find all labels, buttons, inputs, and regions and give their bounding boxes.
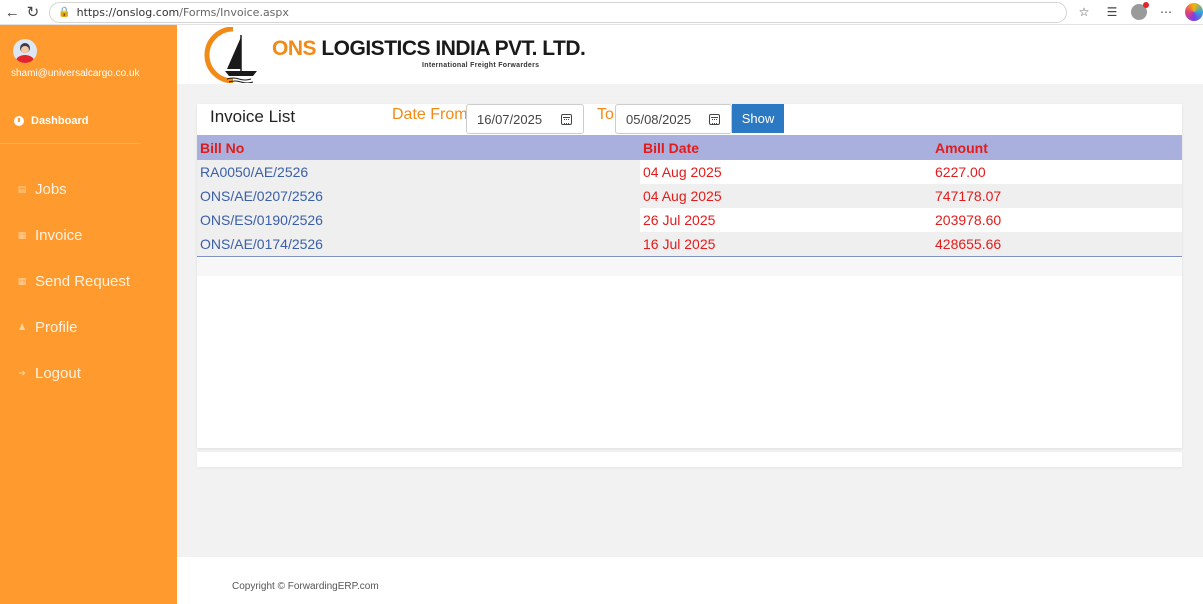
table-row: ONS/AE/0207/2526 04 Aug 2025 747178.07 [197, 184, 1182, 208]
back-arrow-icon[interactable]: ← [2, 1, 23, 23]
lock-icon: 🔒 [58, 6, 71, 18]
sidebar-menu: ▤ Jobs ▦ Invoice ▦ Send Request ♟ Profil… [0, 166, 177, 396]
sidebar-item-label: Dashboard [31, 115, 89, 127]
amount-cell: 203978.60 [932, 208, 1182, 232]
favorites-list-icon[interactable]: ☰ [1103, 3, 1121, 21]
url-path: /Forms/Invoice.aspx [179, 5, 289, 19]
company-name-ons: ONS [272, 37, 317, 60]
sidebar-item-label: Send Request [35, 272, 131, 290]
more-options-icon[interactable]: ⋯ [1157, 3, 1175, 21]
bill-date-cell: 04 Aug 2025 [640, 184, 932, 208]
bill-date-cell: 16 Jul 2025 [640, 232, 932, 257]
column-header-amount[interactable]: Amount [932, 135, 1182, 160]
favorite-star-icon[interactable]: ☆ [1075, 3, 1093, 21]
invoice-card: Invoice List Date From 16/07/2025 To 05/… [197, 104, 1182, 448]
amount-cell: 6227.00 [932, 160, 1182, 184]
sidebar-item-label: Jobs [35, 180, 67, 198]
calendar-icon[interactable] [709, 113, 720, 125]
company-name: ONS LOGISTICS INDIA PVT. LTD. [272, 37, 586, 61]
show-button[interactable]: Show [732, 104, 784, 133]
table-row: ONS/ES/0190/2526 26 Jul 2025 203978.60 [197, 208, 1182, 232]
company-tagline: International Freight Forwarders [422, 62, 540, 69]
sidebar-item-label: Profile [35, 318, 78, 336]
date-from-label: Date From [392, 106, 468, 123]
table-icon: ▦ [17, 229, 27, 240]
table-header-row: Bill No Bill Date Amount [197, 135, 1182, 160]
amount-cell: 428655.66 [932, 232, 1182, 257]
sidebar-item-invoice[interactable]: ▦ Invoice [0, 212, 177, 258]
date-from-value: 16/07/2025 [477, 111, 543, 127]
table-row: RA0050/AE/2526 04 Aug 2025 6227.00 [197, 160, 1182, 184]
column-header-bill-no[interactable]: Bill No [197, 135, 640, 160]
copilot-icon[interactable] [1185, 3, 1203, 21]
bill-no-link[interactable]: ONS/ES/0190/2526 [197, 208, 640, 232]
refresh-icon[interactable]: ↻ [23, 1, 44, 23]
column-header-bill-date[interactable]: Bill Date [640, 135, 932, 160]
user-block: shami@universalcargo.co.uk [0, 25, 177, 99]
card-footer [197, 452, 1182, 467]
invoice-filter-bar: Invoice List Date From 16/07/2025 To 05/… [197, 104, 1182, 135]
bill-no-link[interactable]: ONS/AE/0207/2526 [197, 184, 640, 208]
top-header: ONS LOGISTICS INDIA PVT. LTD. Internatio… [177, 25, 1203, 84]
date-to-label: To [597, 106, 614, 123]
invoice-table: Bill No Bill Date Amount RA0050/AE/2526 … [197, 135, 1182, 257]
user-icon: ♟ [17, 321, 27, 332]
dashboard-icon [14, 116, 24, 126]
sidebar-item-label: Invoice [35, 226, 83, 244]
table-footer-strip [197, 258, 1182, 276]
sidebar-item-send-request[interactable]: ▦ Send Request [0, 258, 177, 304]
bill-no-link[interactable]: ONS/AE/0174/2526 [197, 232, 640, 257]
sidebar-item-label: Logout [35, 364, 81, 382]
company-name-rest: LOGISTICS INDIA PVT. LTD. [316, 37, 586, 60]
calendar-icon[interactable] [561, 113, 572, 125]
sidebar-item-profile[interactable]: ♟ Profile [0, 304, 177, 350]
date-to-value: 05/08/2025 [626, 111, 692, 127]
sidebar-item-jobs[interactable]: ▤ Jobs [0, 166, 177, 212]
chart-icon: ▤ [17, 183, 27, 194]
browser-toolbar: ← ↻ 🔒 https://onslog.com/Forms/Invoice.a… [0, 0, 1203, 25]
table-icon: ▦ [17, 275, 27, 286]
sidebar: shami@universalcargo.co.uk Dashboard ▤ J… [0, 25, 177, 604]
user-email: shami@universalcargo.co.uk [11, 68, 140, 79]
amount-cell: 747178.07 [932, 184, 1182, 208]
date-to-input[interactable]: 05/08/2025 [615, 104, 732, 134]
bill-date-cell: 04 Aug 2025 [640, 160, 932, 184]
url-host: https://onslog.com [76, 5, 180, 19]
copyright-text: Copyright © ForwardingERP.com [232, 581, 379, 592]
address-bar[interactable]: 🔒 https://onslog.com/Forms/Invoice.aspx [49, 1, 1068, 23]
bill-date-cell: 26 Jul 2025 [640, 208, 932, 232]
bill-no-link[interactable]: RA0050/AE/2526 [197, 160, 640, 184]
table-row: ONS/AE/0174/2526 16 Jul 2025 428655.66 [197, 232, 1182, 257]
page-title: Invoice List [210, 107, 296, 126]
sidebar-item-dashboard[interactable]: Dashboard [0, 99, 141, 144]
date-from-input[interactable]: 16/07/2025 [466, 104, 584, 134]
user-avatar-icon [13, 39, 37, 63]
profile-avatar-icon[interactable] [1131, 2, 1150, 20]
sidebar-item-logout[interactable]: ➔ Logout [0, 350, 177, 396]
logout-icon: ➔ [18, 367, 26, 378]
company-logo-icon [204, 27, 257, 83]
